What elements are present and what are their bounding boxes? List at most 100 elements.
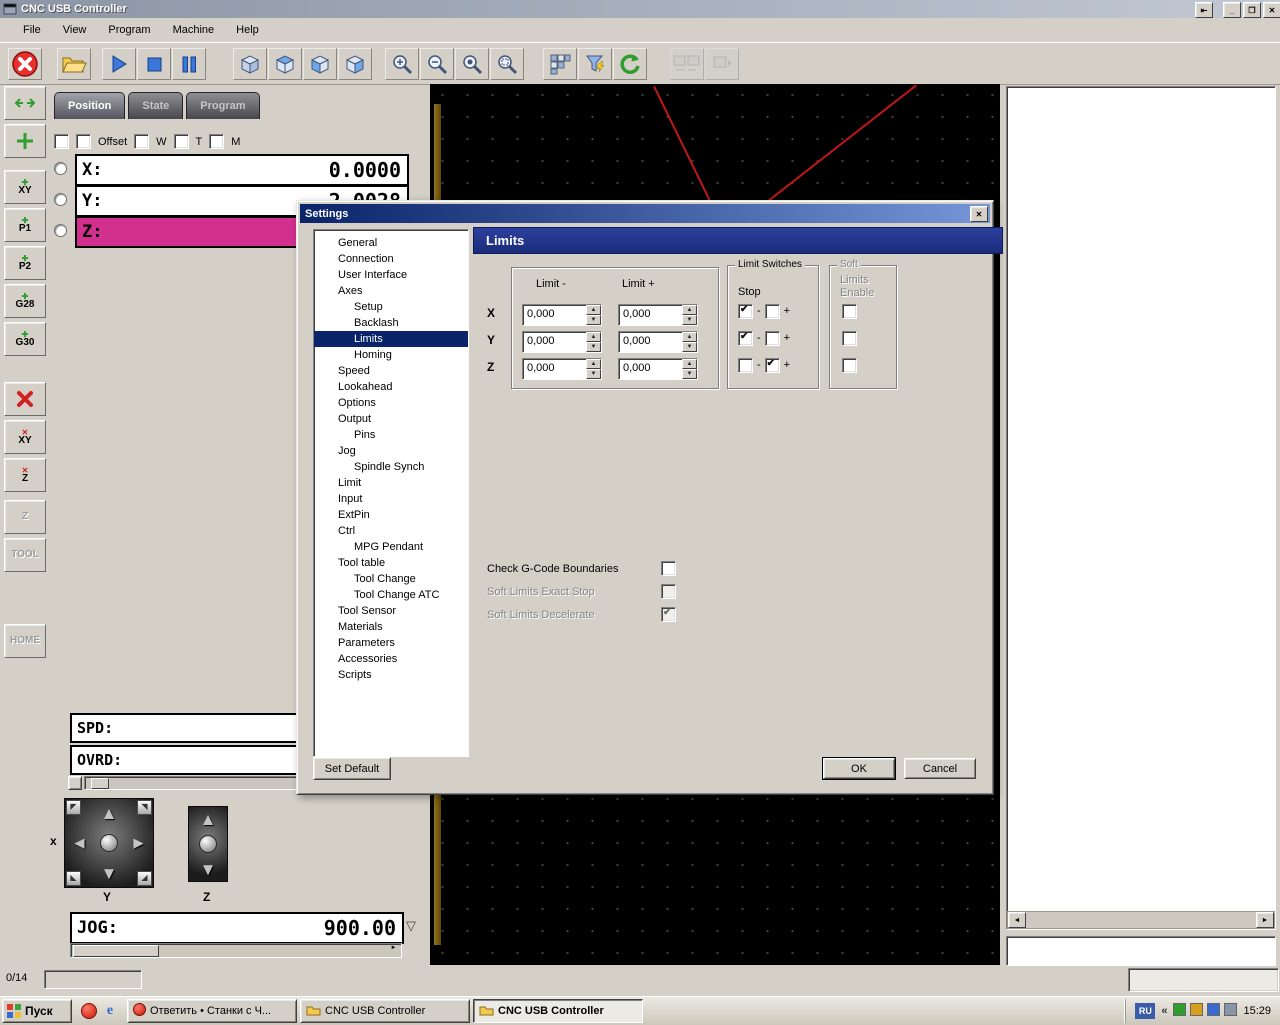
browser-red-icon[interactable] bbox=[81, 1003, 97, 1019]
settings-tree-item-parameters[interactable]: Parameters bbox=[314, 635, 468, 651]
scroll-left-icon[interactable]: ◄ bbox=[1008, 912, 1026, 928]
limit-switch-z-minus-checkbox[interactable] bbox=[738, 357, 753, 373]
settings-tree-item-spindle-synch[interactable]: Spindle Synch bbox=[314, 459, 468, 475]
cancel-button[interactable]: Cancel bbox=[904, 758, 976, 779]
sidebar-p2-button[interactable]: ✚ P2 bbox=[4, 246, 46, 280]
spin-value[interactable]: 0,000 bbox=[619, 359, 682, 379]
zoom-out-button[interactable] bbox=[420, 47, 454, 80]
soft-limit-y-enable-checkbox[interactable] bbox=[842, 331, 857, 346]
jog-z-minus-icon[interactable]: ▼ bbox=[200, 861, 217, 878]
menu-file[interactable]: File bbox=[12, 20, 52, 40]
settings-tree-item-pins[interactable]: Pins bbox=[314, 427, 468, 443]
settings-tree-item-ctrl[interactable]: Ctrl bbox=[314, 523, 468, 539]
scroll-track[interactable] bbox=[1026, 913, 1256, 927]
jog-center-button[interactable] bbox=[100, 834, 118, 852]
settings-tree-item-axes[interactable]: Axes bbox=[314, 283, 468, 299]
settings-tree-item-output[interactable]: Output bbox=[314, 411, 468, 427]
soft-limit-x-enable-checkbox[interactable] bbox=[842, 304, 857, 319]
settings-tree-item-general[interactable]: General bbox=[314, 235, 468, 251]
settings-tree-item-scripts[interactable]: Scripts bbox=[314, 667, 468, 683]
limit-switch-x-plus-checkbox[interactable] bbox=[764, 303, 780, 319]
axis-radio[interactable] bbox=[54, 224, 67, 237]
sidebar-g28-button[interactable]: ✚ G28 bbox=[4, 284, 46, 318]
tray-expand-icon[interactable]: « bbox=[1161, 1005, 1167, 1017]
settings-close-button[interactable]: ✕ bbox=[970, 206, 988, 222]
settings-tree-item-setup[interactable]: Setup bbox=[314, 299, 468, 315]
limit-switch-y-minus-checkbox[interactable]: ✔ bbox=[738, 330, 753, 346]
view-side-button[interactable] bbox=[338, 47, 372, 80]
jog-x-minus-icon[interactable]: ◄ bbox=[71, 835, 88, 852]
check-g-code-boundaries-checkbox[interactable] bbox=[661, 561, 676, 576]
jog-speed-slider-thumb[interactable] bbox=[73, 945, 159, 957]
taskbar-task-2[interactable]: CNC USB Controller bbox=[473, 999, 643, 1023]
spin-up-icon[interactable]: ▲ bbox=[682, 305, 697, 315]
jog-z-plus-icon[interactable]: ▲ bbox=[200, 811, 217, 828]
regenerate-button[interactable] bbox=[613, 47, 647, 80]
browser-e-icon[interactable]: e bbox=[102, 1003, 118, 1019]
taskbar-task-1[interactable]: CNC USB Controller bbox=[300, 999, 470, 1023]
sidebar-g30-button[interactable]: ✚ G30 bbox=[4, 322, 46, 356]
limit-plus-x-input[interactable]: 0,000 ▲ ▼ bbox=[618, 304, 698, 326]
view-perspective-button[interactable] bbox=[233, 47, 267, 80]
spin-down-icon[interactable]: ▼ bbox=[682, 369, 697, 379]
menu-program[interactable]: Program bbox=[97, 20, 161, 40]
settings-tree-item-tool-change[interactable]: Tool Change bbox=[314, 571, 468, 587]
spin-value[interactable]: 0,000 bbox=[619, 332, 682, 352]
settings-tree-item-speed[interactable]: Speed bbox=[314, 363, 468, 379]
jog-feed-dropdown-icon[interactable]: ▽ bbox=[406, 918, 416, 934]
jog-z-center-button[interactable] bbox=[199, 835, 217, 853]
jog-slider-right-icon[interactable]: ► bbox=[387, 945, 400, 955]
settings-tree-item-options[interactable]: Options bbox=[314, 395, 468, 411]
display-icon[interactable] bbox=[1224, 1003, 1238, 1019]
zoom-window-button[interactable] bbox=[490, 47, 524, 80]
set-default-button[interactable]: Set Default bbox=[313, 757, 391, 780]
soft-limit-z-enable-checkbox[interactable] bbox=[842, 358, 857, 373]
spin-value[interactable]: 0,000 bbox=[523, 305, 586, 325]
limit-minus-y-input[interactable]: 0,000 ▲ ▼ bbox=[522, 331, 602, 353]
jog-diag-down-left-icon[interactable]: ◣ bbox=[66, 871, 81, 886]
settings-tree-item-lookahead[interactable]: Lookahead bbox=[314, 379, 468, 395]
play-button[interactable] bbox=[102, 47, 136, 80]
spin-down-icon[interactable]: ▼ bbox=[682, 315, 697, 325]
minimize-button[interactable]: _ bbox=[1223, 2, 1241, 18]
settings-tree-item-limits[interactable]: Limits bbox=[314, 331, 468, 347]
jog-speed-slider[interactable]: ► bbox=[70, 943, 402, 958]
view-top-button[interactable] bbox=[268, 47, 302, 80]
settings-tree-item-jog[interactable]: Jog bbox=[314, 443, 468, 459]
spin-down-icon[interactable]: ▼ bbox=[586, 315, 601, 325]
sidebar-set-zero-button[interactable] bbox=[4, 124, 46, 158]
limit-plus-z-input[interactable]: 0,000 ▲ ▼ bbox=[618, 358, 698, 380]
settings-tree-item-accessories[interactable]: Accessories bbox=[314, 651, 468, 667]
spin-up-icon[interactable]: ▲ bbox=[682, 359, 697, 369]
jog-x-plus-icon[interactable]: ► bbox=[130, 835, 147, 852]
spin-up-icon[interactable]: ▲ bbox=[682, 332, 697, 342]
taskbar-task-0[interactable]: Ответить • Станки с Ч... bbox=[127, 999, 297, 1023]
maximize-button[interactable]: ❐ bbox=[1243, 2, 1261, 18]
dock-button[interactable]: ⇤ bbox=[1195, 2, 1213, 18]
simulate-button[interactable] bbox=[543, 47, 577, 80]
update-icon[interactable] bbox=[1190, 1003, 1204, 1019]
spin-up-icon[interactable]: ▲ bbox=[586, 305, 601, 315]
sidebar-z-button[interactable]: ✕ Z bbox=[4, 458, 46, 492]
settings-tree-item-extpin[interactable]: ExtPin bbox=[314, 507, 468, 523]
language-indicator[interactable]: RU bbox=[1135, 1003, 1156, 1019]
settings-tree-item-limit[interactable]: Limit bbox=[314, 475, 468, 491]
sidebar-p1-button[interactable]: ✚ P1 bbox=[4, 208, 46, 242]
spin-value[interactable]: 0,000 bbox=[523, 332, 586, 352]
jog-diag-up-right-icon[interactable]: ◥ bbox=[137, 800, 152, 815]
network-icon[interactable] bbox=[1207, 1003, 1221, 1019]
jog-diag-down-right-icon[interactable]: ◢ bbox=[137, 871, 152, 886]
settings-tree-item-tool-sensor[interactable]: Tool Sensor bbox=[314, 603, 468, 619]
override-slider-thumb[interactable] bbox=[91, 778, 109, 789]
zoom-extents-button[interactable] bbox=[455, 47, 489, 80]
limit-switch-x-minus-checkbox[interactable]: ✔ bbox=[738, 303, 753, 319]
settings-tree-item-mpg-pendant[interactable]: MPG Pendant bbox=[314, 539, 468, 555]
open-file-button[interactable] bbox=[57, 47, 91, 80]
jog-diag-up-left-icon[interactable]: ◤ bbox=[66, 800, 81, 815]
menu-machine[interactable]: Machine bbox=[162, 20, 226, 40]
ok-button[interactable]: OK bbox=[822, 757, 896, 780]
override-slider-handle[interactable] bbox=[68, 776, 82, 790]
antivirus-icon[interactable] bbox=[1173, 1003, 1187, 1019]
gcode-list-panel[interactable] bbox=[1006, 86, 1276, 930]
start-button[interactable]: Пуск bbox=[2, 999, 72, 1023]
